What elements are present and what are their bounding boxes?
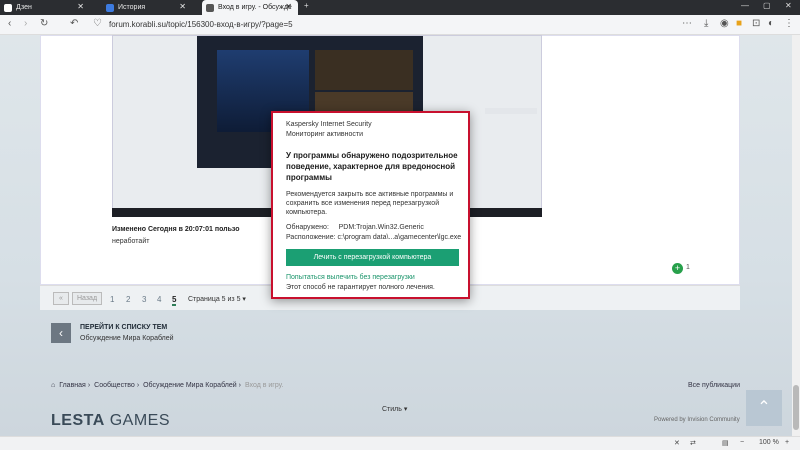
profile-icon[interactable]: ◐: [768, 18, 774, 29]
detected-threat: Обнаружено: PDM:Trojan.Win32.Generic: [286, 224, 424, 231]
back-arrow-icon[interactable]: ‹: [51, 323, 71, 343]
close-icon[interactable]: ✕: [179, 2, 186, 11]
reload-icon[interactable]: ↻: [40, 18, 48, 29]
tab-strip: Дзен ✕ История ✕ Вход в игру. - Обсужде …: [0, 0, 800, 15]
disinfect-reboot-button[interactable]: Лечить с перезагрузкой компьютера: [286, 249, 459, 266]
lesta-logo[interactable]: LESTA GAMES: [51, 412, 170, 430]
breadcrumb-item[interactable]: Обсуждение Мира Кораблей: [143, 382, 237, 389]
zoom-out-icon[interactable]: −: [740, 439, 744, 446]
dialog-subtitle: Мониторинг активности: [286, 131, 364, 138]
first-page-button[interactable]: «: [53, 292, 69, 305]
style-selector[interactable]: Стиль ▾: [382, 405, 407, 413]
history-back-icon[interactable]: ↶: [70, 18, 78, 29]
dzen-icon: [4, 3, 12, 12]
threat-location: Расположение: c:\program data\...a\gamec…: [286, 234, 462, 241]
edit-note: Изменено Сегодня в 20:07:01 пользо: [112, 226, 240, 233]
page-link[interactable]: 4: [157, 295, 161, 304]
tab-label: Вход в игру. - Обсужде: [218, 4, 292, 11]
close-icon[interactable]: ✕: [285, 2, 292, 11]
disinfect-without-reboot-link[interactable]: Попытаться вылечить без перезагрузки: [286, 274, 415, 281]
browser-toolbar: ‹ › ↻ ↶ ♡ forum.korabli.su/topic/156300-…: [0, 15, 800, 35]
more-icon[interactable]: ⋮: [784, 18, 794, 29]
tab-label: История: [118, 4, 146, 11]
news-card: [315, 50, 413, 90]
zoom-in-icon[interactable]: +: [785, 439, 789, 446]
history-icon: [106, 3, 114, 12]
menu-icon[interactable]: ⋯: [682, 18, 692, 29]
home-icon: ⌂: [51, 382, 56, 389]
all-publications-link[interactable]: Все публикации: [688, 382, 740, 389]
page-link-current[interactable]: 5: [172, 295, 177, 306]
back-to-list-subtitle: Обсуждение Мира Кораблей: [80, 335, 174, 342]
extension-icon[interactable]: ■: [736, 18, 742, 29]
like-icon[interactable]: +: [672, 263, 683, 274]
download-icon[interactable]: ⤓: [704, 18, 708, 29]
page-link[interactable]: 3: [142, 295, 146, 304]
scroll-top-icon[interactable]: ⌃: [746, 390, 782, 426]
forum-icon: [206, 3, 214, 12]
maximize-button[interactable]: ▢: [763, 1, 771, 10]
tab-history[interactable]: История ✕: [102, 0, 192, 15]
breadcrumb-item[interactable]: Сообщество: [94, 382, 135, 389]
breadcrumb-item[interactable]: Главная: [59, 382, 86, 389]
camera-icon[interactable]: ◉: [720, 18, 729, 29]
breadcrumb: ⌂ Главная › Сообщество › Обсуждение Мира К…: [51, 382, 284, 389]
prev-page-button[interactable]: Назад: [72, 292, 102, 305]
breadcrumb-item: Вход в игру.: [244, 382, 284, 389]
minimize-button[interactable]: —: [741, 1, 749, 10]
dialog-body: Рекомендуется закрыть все активные прогр…: [286, 191, 454, 216]
kaspersky-alert-dialog: Kaspersky Internet Security Мониторинг а…: [271, 111, 470, 299]
shield-icon[interactable]: ✕: [674, 439, 680, 447]
tab-forum[interactable]: Вход в игру. - Обсужде ✕: [202, 0, 298, 15]
bookmark-icon[interactable]: ♡: [93, 18, 102, 29]
scrollbar-thumb[interactable]: [793, 385, 799, 430]
status-bar: ✕ ⇄ ▤ − 100 % +: [0, 436, 800, 450]
new-tab-icon[interactable]: +: [304, 1, 309, 10]
tab-dzen[interactable]: Дзен ✕: [0, 0, 90, 15]
lock-icon[interactable]: ⊡: [752, 18, 760, 29]
reader-icon[interactable]: ▤: [722, 439, 729, 447]
url-field[interactable]: forum.korabli.su/topic/156300-вход-в-игр…: [109, 20, 293, 29]
dialog-app-name: Kaspersky Internet Security: [286, 121, 372, 128]
page-link[interactable]: 1: [110, 295, 114, 304]
dialog-note: Этот способ не гарантирует полного лечен…: [286, 284, 435, 291]
dialog-heading: У программы обнаружено подозрительное по…: [286, 151, 458, 182]
vertical-scrollbar[interactable]: [792, 35, 800, 436]
page-of-dropdown[interactable]: Страница 5 из 5 ▾: [188, 295, 246, 303]
page-link[interactable]: 2: [126, 295, 130, 304]
back-to-list-link[interactable]: ПЕРЕЙТИ К СПИСКУ ТЕМ: [80, 324, 167, 331]
powered-by[interactable]: Powered by Invision Community: [654, 417, 740, 423]
tab-label: Дзен: [16, 4, 32, 11]
sync-icon[interactable]: ⇄: [690, 439, 696, 447]
like-count: 1: [686, 264, 690, 271]
screenshot-button: [485, 108, 537, 114]
close-window-button[interactable]: ✕: [785, 1, 792, 10]
post-message: неработайт: [112, 238, 150, 245]
zoom-level: 100 %: [759, 439, 779, 446]
close-icon[interactable]: ✕: [77, 2, 84, 11]
forward-icon[interactable]: ›: [24, 18, 27, 29]
back-icon[interactable]: ‹: [8, 18, 11, 29]
